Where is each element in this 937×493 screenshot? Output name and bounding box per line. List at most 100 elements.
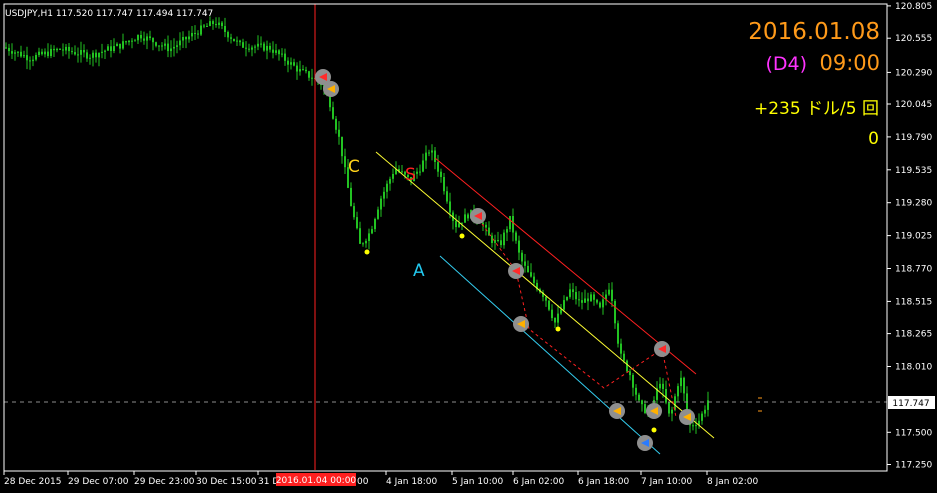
candle-body [200, 25, 202, 35]
candle-body [383, 191, 385, 199]
candle-body [41, 51, 43, 55]
candle-body [623, 353, 625, 361]
candle-body [62, 49, 64, 51]
x-tick-label: 8 Jan 02:00 [707, 477, 759, 487]
candle-body [665, 389, 667, 403]
candle-body [596, 299, 598, 303]
candle-body [368, 233, 370, 241]
candle-body [638, 394, 640, 401]
candle-body [29, 60, 31, 62]
y-tick-label: 119.025 [895, 232, 932, 242]
candle-body [611, 289, 613, 301]
candle-body [311, 77, 313, 79]
candle-body [692, 425, 694, 427]
candle-body [602, 299, 604, 308]
candle-body [614, 301, 616, 324]
candle-body [389, 178, 391, 184]
candle-body [671, 409, 673, 414]
candle-body [116, 43, 118, 47]
candle-body [644, 404, 646, 413]
candle-body [17, 51, 19, 53]
candle-body [203, 25, 205, 27]
candle-body [50, 48, 52, 56]
x-tick-label: 4 Jan 18:00 [386, 477, 438, 487]
candle-body [527, 265, 529, 273]
candle-body [233, 38, 235, 42]
candle-body [143, 38, 145, 41]
candle-body [506, 229, 508, 233]
candle-body [512, 216, 514, 233]
yellow-dot-1 [364, 249, 370, 255]
candle-body [458, 223, 460, 228]
overlay-time: 09:00 [819, 51, 880, 75]
candle-body [251, 47, 253, 50]
candle-body [95, 52, 97, 58]
candle-body [467, 214, 469, 219]
candle-body [182, 37, 184, 41]
candle-body [296, 65, 298, 72]
candle-body [635, 387, 637, 395]
candle-body [47, 51, 49, 57]
candle-body [137, 35, 139, 41]
current-price-label: 117.747 [892, 399, 929, 409]
candle-body [428, 152, 430, 154]
yellow-dot-2 [459, 233, 465, 239]
candle-body [272, 49, 274, 53]
candle-body [263, 43, 265, 51]
candle-body [575, 292, 577, 300]
candle-body [434, 150, 436, 162]
candle-body [248, 48, 250, 50]
y-tick-label: 118.515 [895, 297, 932, 307]
candle-body [554, 318, 556, 323]
candle-body [584, 298, 586, 303]
y-tick-label: 118.770 [895, 265, 932, 275]
candle-body [89, 57, 91, 59]
candle-body [563, 300, 565, 310]
candle-body [35, 55, 37, 60]
x-tick-label: 6 Jan 02:00 [513, 477, 565, 487]
candle-body [338, 129, 340, 137]
candle-body [524, 261, 526, 266]
candle-body [221, 22, 223, 26]
candle-body [521, 252, 523, 262]
candle-body [341, 136, 343, 157]
candle-body [173, 46, 175, 49]
candle-body [344, 156, 346, 168]
candle-body [290, 62, 292, 65]
candle-body [626, 360, 628, 372]
candle-body [236, 40, 238, 42]
candle-body [380, 198, 382, 210]
price-chart: USDJPY,H1 117.520 117.747 117.494 117.74… [0, 0, 937, 493]
candle-body [533, 276, 535, 283]
candle-body [566, 297, 568, 301]
candle-body [74, 52, 76, 55]
candle-body [5, 47, 7, 49]
candle-body [500, 240, 502, 246]
candle-body [194, 33, 196, 34]
candle-body [167, 43, 169, 52]
candle-body [20, 51, 22, 57]
candle-body [377, 209, 379, 219]
candle-body [218, 22, 220, 25]
y-tick-label: 120.290 [895, 68, 932, 78]
candle-body [44, 51, 46, 55]
yellow-dot-3 [555, 326, 561, 332]
candle-body [356, 217, 358, 229]
candle-body [353, 206, 355, 218]
y-tick-label: 117.500 [895, 428, 932, 438]
candle-body [11, 51, 13, 54]
y-tick-label: 120.805 [895, 2, 932, 12]
candle-body [83, 50, 85, 53]
symbol-header: USDJPY,H1 117.520 117.747 117.494 117.74… [5, 9, 213, 19]
candle-body [14, 52, 16, 54]
candle-body [335, 118, 337, 130]
candle-body [548, 300, 550, 310]
candle-body [56, 48, 58, 51]
candle-body [443, 177, 445, 192]
candle-body [32, 59, 34, 62]
candle-body [257, 43, 259, 47]
candle-body [578, 299, 580, 301]
candle-body [242, 42, 244, 48]
candle-body [446, 191, 448, 202]
candle-body [632, 375, 634, 388]
